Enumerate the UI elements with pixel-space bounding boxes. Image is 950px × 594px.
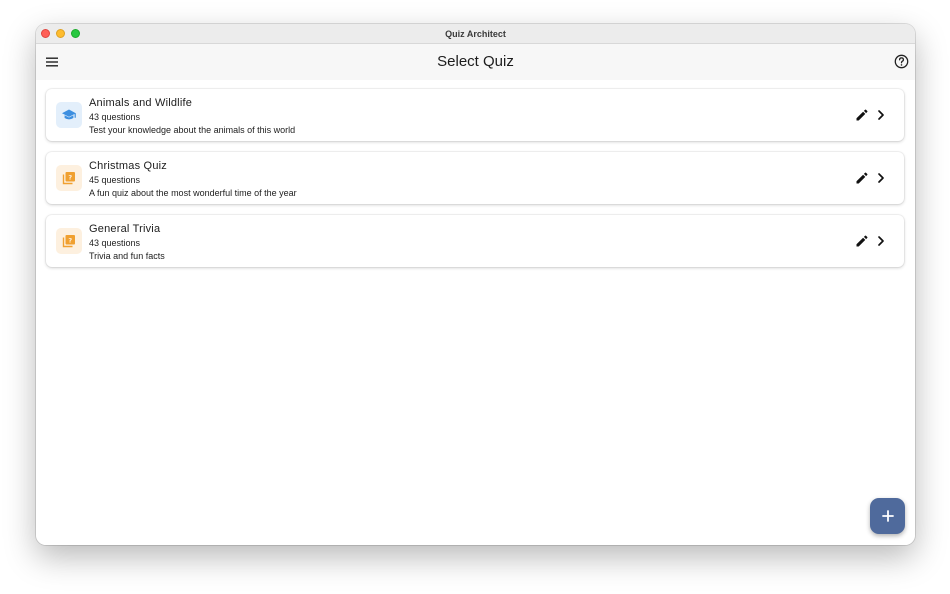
quiz-icon-badge <box>56 102 82 128</box>
help-button[interactable] <box>894 54 909 69</box>
add-quiz-button[interactable] <box>870 498 905 534</box>
quiz-icon: ? <box>62 172 75 185</box>
quiz-card-general-trivia[interactable]: ? General Trivia 43 questions Trivia and… <box>46 215 904 267</box>
school-icon <box>62 109 76 120</box>
menu-button[interactable] <box>45 55 59 69</box>
quiz-card-text: Christmas Quiz 45 questions A fun quiz a… <box>89 159 297 200</box>
menu-icon <box>46 57 58 67</box>
chevron-right-icon <box>878 236 884 246</box>
minimize-window-button[interactable] <box>56 29 65 38</box>
page-title: Select Quiz <box>437 53 514 70</box>
quiz-description: A fun quiz about the most wonderful time… <box>89 188 297 198</box>
window-controls <box>41 29 80 38</box>
open-quiz-button[interactable] <box>875 108 887 122</box>
quiz-card-christmas-quiz[interactable]: ? Christmas Quiz 45 questions A fun quiz… <box>46 152 904 204</box>
quiz-icon: ? <box>62 235 75 248</box>
quiz-card-text: Animals and Wildlife 43 questions Test y… <box>89 96 295 137</box>
pencil-icon <box>856 235 868 247</box>
open-quiz-button[interactable] <box>875 234 887 248</box>
quiz-description: Test your knowledge about the animals of… <box>89 125 296 135</box>
quiz-card-text: General Trivia 43 questions Trivia and f… <box>89 222 165 263</box>
plus-icon <box>881 510 894 522</box>
window-title: Quiz Architect <box>445 29 506 39</box>
question-count: 45 questions <box>89 175 141 185</box>
svg-text:?: ? <box>68 236 72 244</box>
quiz-description: Trivia and fun facts <box>89 251 165 261</box>
question-count: 43 questions <box>89 238 141 248</box>
zoom-window-button[interactable] <box>71 29 80 38</box>
chevron-right-icon <box>878 173 884 183</box>
quiz-list: Animals and Wildlife 43 questions Test y… <box>36 80 915 545</box>
question-count: 43 questions <box>89 112 141 122</box>
chevron-right-icon <box>878 110 884 120</box>
quiz-icon-badge: ? <box>56 165 82 191</box>
open-quiz-button[interactable] <box>875 171 887 185</box>
quiz-title: General Trivia <box>89 223 161 235</box>
app-bar: Select Quiz <box>36 44 915 80</box>
help-circle-icon <box>894 54 909 69</box>
close-window-button[interactable] <box>41 29 50 38</box>
quiz-icon-badge: ? <box>56 228 82 254</box>
title-bar: Quiz Architect <box>36 24 915 44</box>
pencil-icon <box>856 109 868 121</box>
quiz-title: Christmas Quiz <box>89 160 167 172</box>
edit-quiz-button[interactable] <box>855 171 869 185</box>
edit-quiz-button[interactable] <box>855 234 869 248</box>
svg-text:?: ? <box>68 173 72 181</box>
edit-quiz-button[interactable] <box>855 108 869 122</box>
quiz-title: Animals and Wildlife <box>89 97 193 109</box>
pencil-icon <box>856 172 868 184</box>
app-window: Quiz Architect Select Quiz Animals and W… <box>36 24 915 545</box>
quiz-card-animals-and-wildlife[interactable]: Animals and Wildlife 43 questions Test y… <box>46 89 904 141</box>
